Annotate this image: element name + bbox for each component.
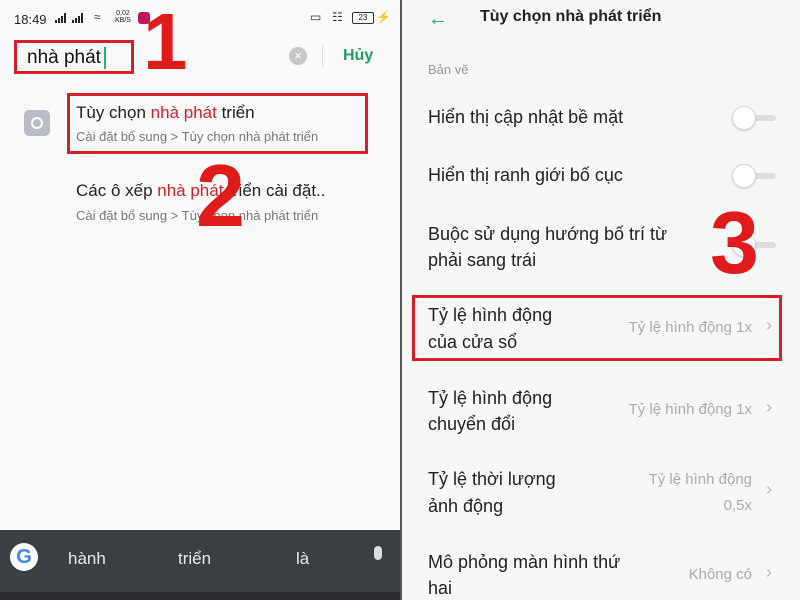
setting-label: hai bbox=[428, 578, 453, 598]
keyboard-suggestion-bar: G hành triển là bbox=[0, 530, 400, 600]
divider bbox=[322, 45, 323, 67]
status-bar: 18:49 ≈ 0,02 KB/S ▭ ☷ 23 ⚡ bbox=[0, 0, 400, 34]
right-screenshot: ← Tùy chọn nhà phát triển Bản vẽ Hiển th… bbox=[402, 0, 800, 600]
text-cursor bbox=[103, 47, 106, 69]
keyboard-keys-row bbox=[0, 592, 400, 600]
chevron-right-icon: › bbox=[766, 479, 772, 499]
page-title: Tùy chọn nhà phát triển bbox=[480, 8, 662, 25]
annotation-highlight-box bbox=[67, 93, 368, 154]
cancel-button[interactable]: Hủy bbox=[343, 47, 373, 65]
setting-value: Không có bbox=[688, 566, 752, 583]
setting-label: Hiển thị ranh giới bố cục bbox=[428, 165, 623, 185]
charging-icon: ⚡ bbox=[376, 10, 391, 24]
wifi-icon: ≈ bbox=[94, 10, 101, 24]
setting-value: 0,5x bbox=[723, 497, 752, 514]
speed-value: 0,02 bbox=[116, 10, 130, 17]
back-arrow-icon[interactable]: ← bbox=[428, 8, 448, 31]
mic-icon[interactable] bbox=[374, 546, 382, 560]
annotation-highlight-box bbox=[412, 295, 782, 361]
google-icon[interactable]: G bbox=[10, 543, 38, 571]
step-number-3: 3 bbox=[710, 193, 759, 292]
toggle-switch[interactable] bbox=[732, 106, 776, 130]
section-header: Bản vẽ bbox=[428, 62, 469, 77]
setting-label: chuyển đổi bbox=[428, 414, 516, 434]
suggestion-item[interactable]: triển bbox=[178, 549, 211, 569]
settings-app-icon bbox=[24, 110, 50, 136]
signal-icon bbox=[72, 13, 83, 23]
speed-unit: KB/S bbox=[115, 17, 131, 24]
suggestion-item[interactable]: hành bbox=[68, 549, 106, 569]
setting-label: phải sang trái bbox=[428, 250, 537, 270]
step-number-2: 2 bbox=[196, 146, 245, 245]
chevron-right-icon: › bbox=[766, 562, 772, 582]
suggestion-item[interactable]: là bbox=[296, 549, 309, 569]
toggle-switch[interactable] bbox=[732, 164, 776, 188]
setting-label: Tỷ lệ hình động bbox=[428, 388, 553, 408]
chevron-right-icon: › bbox=[766, 397, 772, 417]
setting-value: Tỷ lệ hình động 1x bbox=[628, 401, 752, 418]
setting-label: Tỷ lệ thời lượng bbox=[428, 469, 556, 489]
step-number-1: 1 bbox=[143, 0, 188, 86]
network-speed: 0,02 KB/S bbox=[115, 10, 131, 24]
signal-icon bbox=[55, 13, 66, 23]
left-screenshot: 18:49 ≈ 0,02 KB/S ▭ ☷ 23 ⚡ nhà phát 1 × … bbox=[0, 0, 400, 600]
setting-label: Hiển thị cập nhật bề mặt bbox=[428, 107, 624, 127]
vibrate-icon: ☷ bbox=[332, 10, 343, 24]
setting-label: ảnh động bbox=[428, 496, 504, 516]
search-input[interactable]: nhà phát bbox=[14, 40, 134, 74]
setting-value: Tỷ lệ hình động bbox=[648, 471, 752, 488]
search-query: nhà phát bbox=[27, 47, 101, 69]
setting-label: Buộc sử dụng hướng bố trí từ bbox=[428, 224, 668, 244]
setting-label: Mô phỏng màn hình thứ bbox=[428, 552, 621, 572]
status-time: 18:49 bbox=[14, 12, 47, 27]
battery-level: 23 bbox=[352, 12, 374, 24]
clear-icon[interactable]: × bbox=[289, 47, 307, 65]
cast-icon: ▭ bbox=[310, 10, 322, 24]
